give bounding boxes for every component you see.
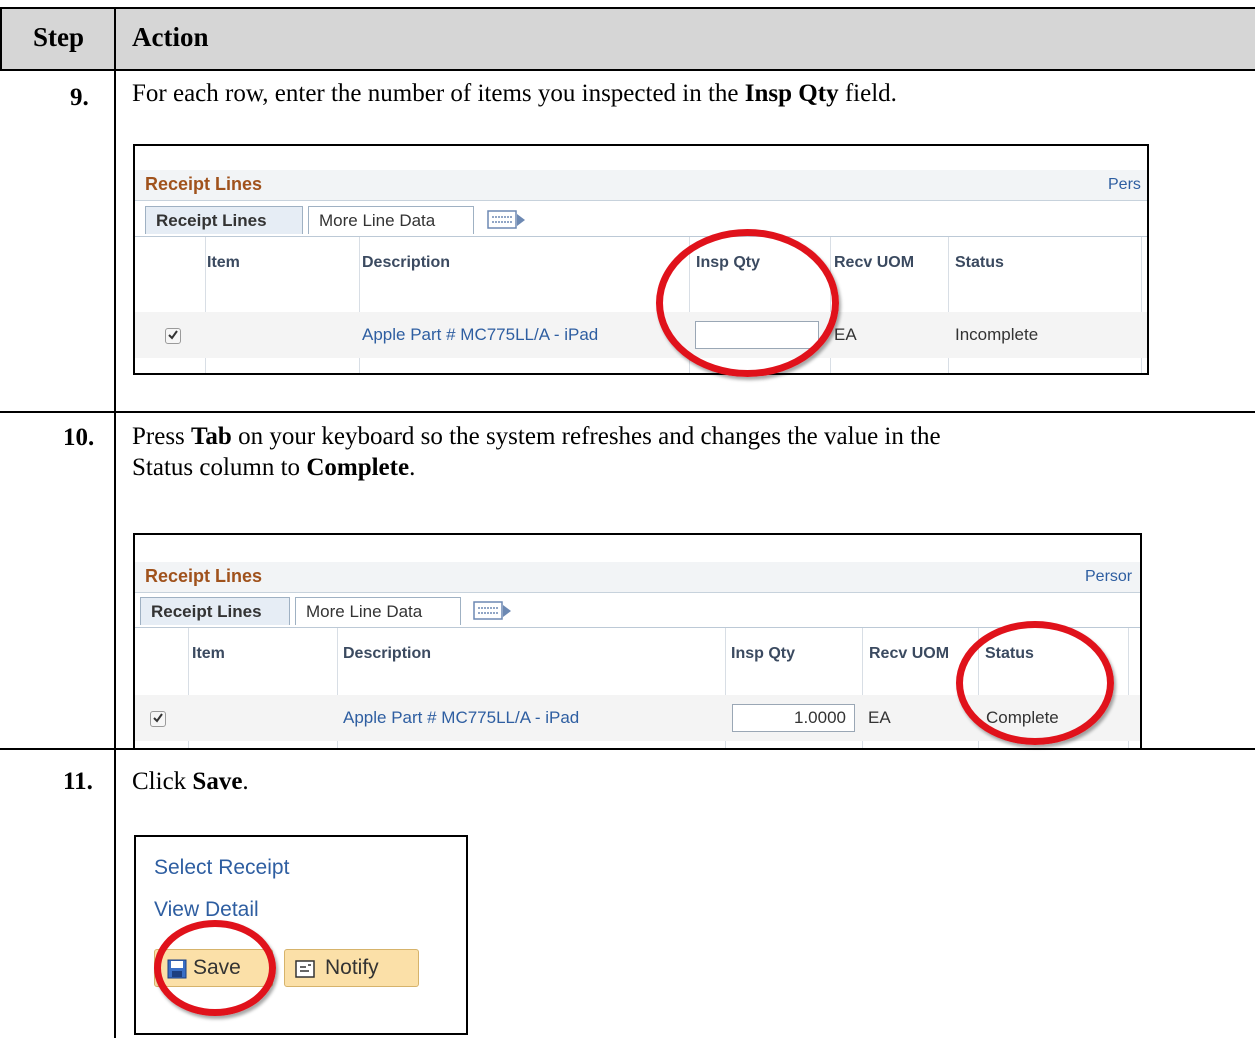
tab-bar: Receipt Lines More Line Data — [135, 204, 1147, 237]
col-item: Item — [192, 645, 225, 662]
tab-receipt-lines[interactable]: Receipt Lines — [145, 206, 303, 234]
personalize-link[interactable]: Pers — [1108, 176, 1141, 194]
row-description-link[interactable]: Apple Part # MC775LL/A - iPad — [362, 325, 598, 345]
notify-button-label: Notify — [325, 956, 379, 979]
row-select-checkbox[interactable] — [150, 711, 166, 727]
show-all-columns-icon[interactable] — [473, 601, 513, 621]
notify-button[interactable]: Notify — [284, 949, 419, 987]
col-insp-qty: Insp Qty — [731, 645, 796, 662]
col-recv-uom: Recv UOM — [834, 254, 915, 271]
tab-bar: Receipt Lines More Line Data — [135, 595, 1140, 628]
grid-title: Receipt Lines — [145, 566, 263, 586]
grid-title: Receipt Lines — [145, 174, 263, 194]
row-recv-uom: EA — [868, 708, 891, 727]
grid-title-bar: Receipt Lines Pers — [135, 170, 1147, 201]
grid-title-bar: Receipt Lines Persor — [135, 562, 1140, 593]
row-description-link[interactable]: Apple Part # MC775LL/A - iPad — [343, 708, 579, 728]
view-detail-link[interactable]: View Detail — [154, 898, 259, 922]
row-select-checkbox[interactable] — [165, 328, 181, 344]
insp-qty-input[interactable]: 1.0000 — [732, 704, 855, 732]
step-10-instruction: Press Tab on your keyboard so the system… — [132, 423, 941, 481]
step-9-instruction: For each row, enter the number of items … — [132, 80, 897, 107]
col-description: Description — [343, 645, 432, 662]
table-border-row9 — [0, 411, 1255, 413]
tab-receipt-lines[interactable]: Receipt Lines — [140, 597, 290, 625]
table-border-left — [0, 7, 2, 71]
table-border-divider — [114, 7, 116, 1038]
step-number-11: 11. — [63, 768, 93, 795]
step-number-10: 10. — [63, 424, 95, 451]
step-11-instruction: Click Save. — [132, 768, 249, 795]
table-row: Apple Part # MC775LL/A - iPad EA Incompl… — [135, 312, 1147, 358]
select-receipt-link[interactable]: Select Receipt — [154, 856, 289, 880]
table-border-top — [0, 7, 1255, 9]
show-all-columns-icon[interactable] — [487, 210, 527, 230]
step-number-9: 9. — [70, 84, 89, 111]
table-border-header — [0, 69, 1255, 71]
row-status: Incomplete — [955, 325, 1039, 344]
column-headers: Item Description Insp Qty Recv UOM Statu… — [135, 237, 1147, 293]
personalize-link[interactable]: Persor — [1085, 568, 1132, 586]
highlight-oval — [956, 621, 1114, 745]
notify-icon — [295, 960, 315, 978]
tab-more-line-data[interactable]: More Line Data — [295, 597, 461, 625]
step-9-screenshot: Receipt Lines Pers Receipt Lines More Li… — [133, 144, 1149, 375]
action-column-header: Action — [132, 22, 209, 52]
col-description: Description — [362, 254, 451, 271]
col-recv-uom: Recv UOM — [869, 645, 950, 662]
highlight-oval — [656, 229, 839, 377]
row-recv-uom: EA — [834, 325, 857, 344]
col-item: Item — [207, 254, 240, 271]
step-column-header: Step — [33, 22, 85, 52]
tab-more-line-data[interactable]: More Line Data — [308, 206, 474, 234]
col-status: Status — [955, 254, 1004, 271]
highlight-oval — [154, 920, 276, 1016]
